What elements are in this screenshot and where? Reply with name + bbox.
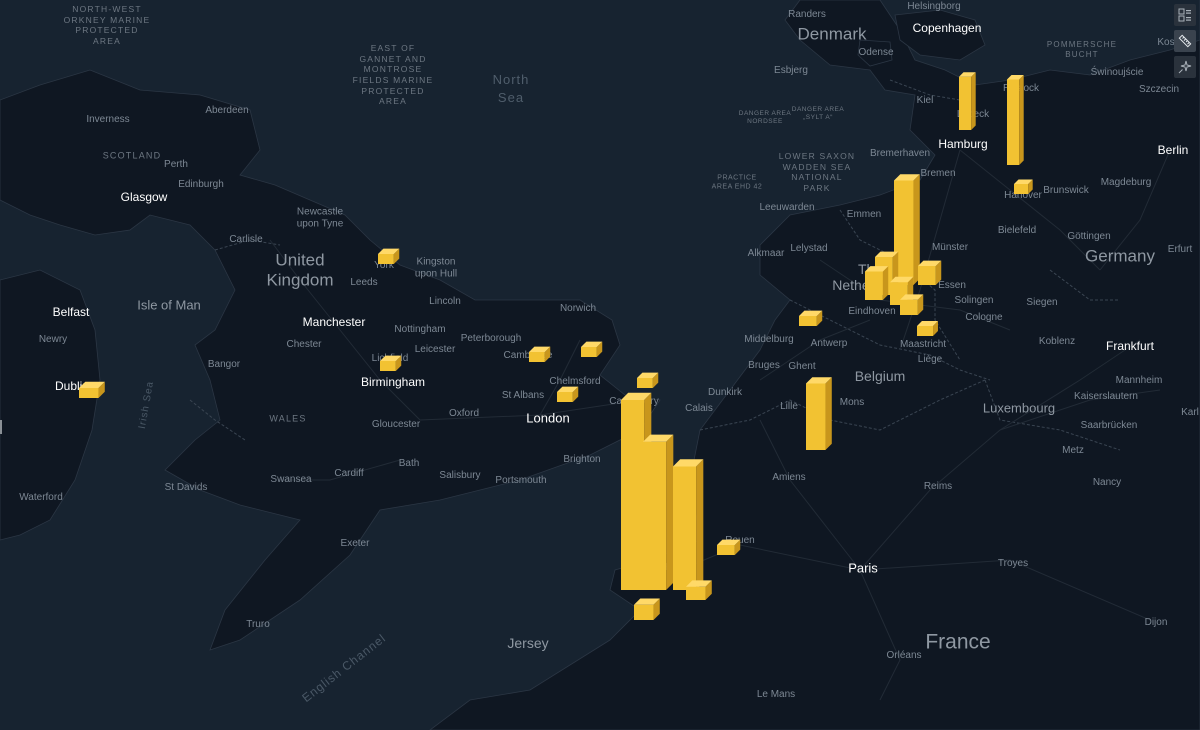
column-norwich[interactable] <box>581 341 603 357</box>
column-dublin[interactable] <box>79 381 105 398</box>
column-front-face <box>917 326 934 336</box>
column-front-face <box>900 299 918 315</box>
column-layer <box>79 72 1033 621</box>
column-rouen[interactable] <box>717 539 741 555</box>
column-front-face <box>865 271 883 300</box>
column-side-face <box>825 377 832 450</box>
layers-icon <box>1178 8 1191 22</box>
column-essen[interactable] <box>918 260 942 285</box>
column-front-face <box>79 388 99 398</box>
column-canterbury[interactable] <box>637 372 659 388</box>
column-front-face <box>806 383 826 450</box>
map-canvas[interactable]: United Kingdom Denmark Germany The Nethe… <box>0 0 1200 730</box>
column-hamburg-a[interactable] <box>959 72 976 130</box>
measure-button[interactable] <box>1174 30 1196 52</box>
ruler-icon <box>1178 34 1192 48</box>
map-controls <box>1174 4 1196 78</box>
column-antwerp[interactable] <box>799 310 823 326</box>
column-front-face <box>621 400 645 590</box>
effects-button[interactable] <box>1174 56 1196 78</box>
column-maastricht[interactable] <box>917 321 938 336</box>
column-side-face <box>882 266 889 300</box>
column-front-face <box>686 586 706 600</box>
edge-scroll-marker <box>0 420 2 434</box>
column-front-face <box>380 361 396 371</box>
column-front-face <box>643 441 667 590</box>
column-chelmsford[interactable] <box>557 386 579 402</box>
column-front-face <box>673 466 697 590</box>
column-lichfield[interactable] <box>380 355 402 371</box>
column-front-face <box>918 266 936 285</box>
column-cambridge[interactable] <box>529 346 551 362</box>
column-lille[interactable] <box>806 377 832 450</box>
column-netherlands-c[interactable] <box>865 266 889 300</box>
layers-button[interactable] <box>1174 4 1196 26</box>
column-le-havre-c[interactable] <box>673 459 704 590</box>
column-hamburg-b[interactable] <box>1007 75 1024 165</box>
column-front-face <box>634 604 654 620</box>
column-le-havre-b[interactable] <box>643 434 674 590</box>
column-side-face <box>666 434 674 590</box>
column-le-havre-e[interactable] <box>686 580 712 600</box>
column-front-face <box>378 254 394 264</box>
column-front-face <box>529 352 545 362</box>
column-le-havre-d[interactable] <box>634 598 660 621</box>
column-front-face <box>581 347 597 357</box>
column-front-face <box>557 392 573 402</box>
column-front-face <box>799 316 817 326</box>
column-side-face <box>696 459 704 590</box>
column-front-face <box>1007 79 1020 165</box>
column-side-face <box>971 72 976 130</box>
column-front-face <box>717 545 735 555</box>
column-hanover[interactable] <box>1014 179 1033 195</box>
sparkle-icon <box>1178 60 1192 74</box>
column-front-face <box>637 378 653 388</box>
column-eindhoven[interactable] <box>900 294 924 315</box>
column-side-face <box>1019 75 1024 165</box>
column-york[interactable] <box>378 248 400 264</box>
column-front-face <box>959 76 972 130</box>
column-front-face <box>1014 184 1029 194</box>
